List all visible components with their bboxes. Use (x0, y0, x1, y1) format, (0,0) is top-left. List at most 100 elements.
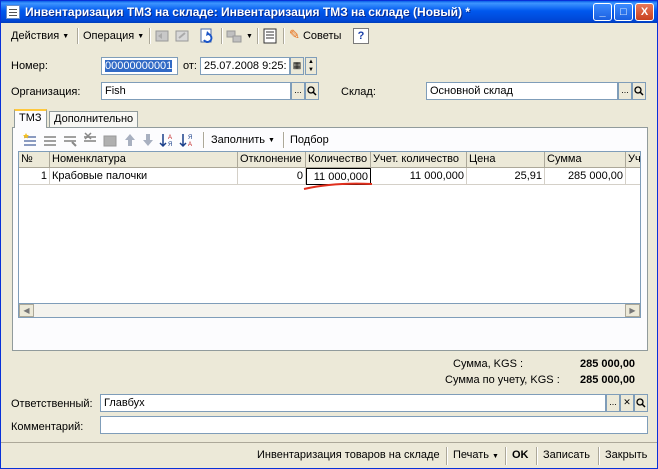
warehouse-open-icon[interactable] (632, 82, 646, 100)
cell-acc-quantity[interactable]: 11 000,000 (371, 168, 467, 185)
date-spin-button[interactable]: ▲ ▼ (305, 57, 317, 75)
cell-number[interactable]: 1 (19, 168, 50, 185)
acc-sum-value: 285 000,00 (580, 374, 636, 386)
minimize-button[interactable]: _ (593, 3, 612, 21)
horizontal-scrollbar[interactable]: ◀ ▶ (18, 303, 641, 318)
responsible-select-button[interactable]: ... (606, 394, 620, 412)
copy-row-icon[interactable] (41, 131, 59, 149)
bottom-separator (598, 447, 600, 465)
end-edit-icon[interactable] (101, 131, 119, 149)
move-up-icon[interactable] (121, 131, 139, 149)
toolbar-separator (221, 28, 223, 44)
column-header-item[interactable]: Номенклатура (50, 152, 238, 168)
print-label: Печать (453, 449, 490, 461)
organization-open-icon[interactable] (305, 82, 319, 100)
unpost-icon[interactable] (173, 27, 191, 45)
print-menu[interactable]: Печать ▼ (453, 449, 499, 461)
tips-label: Советы (302, 30, 342, 42)
comment-field[interactable] (100, 416, 648, 434)
svg-text:Я: Я (168, 142, 172, 148)
calendar-icon[interactable]: ▦ (290, 57, 304, 75)
journal-icon[interactable] (261, 27, 279, 45)
comment-label: Комментарий: (11, 421, 84, 433)
title-bar[interactable]: Инвентаризация ТМЗ на складе: Инвентариз… (1, 1, 657, 23)
svg-text:A: A (168, 135, 172, 141)
dropdown-arrow-icon: ▼ (492, 453, 499, 460)
responsible-clear-icon[interactable]: ✕ (620, 394, 634, 412)
tips-button[interactable]: ✎ Советы (289, 27, 341, 43)
sort-desc-icon[interactable]: ЯA (179, 131, 197, 149)
scroll-right-icon[interactable]: ▶ (625, 304, 640, 317)
actions-label: Действия (11, 30, 60, 42)
operation-menu[interactable]: Операция ▼ (83, 28, 144, 44)
tab-tmz[interactable]: ТМЗ (14, 109, 47, 128)
svg-text:A: A (188, 142, 192, 148)
bottom-separator (446, 447, 448, 465)
maximize-button[interactable]: □ (614, 3, 633, 21)
actions-menu[interactable]: Действия ▼ (11, 28, 69, 44)
close-form-button[interactable]: Закрыть (605, 449, 647, 461)
close-button[interactable]: X (635, 3, 654, 21)
structure-dropdown[interactable]: ▼ (243, 28, 253, 44)
date-label: от: (183, 60, 197, 72)
toolbar-separator (283, 28, 285, 44)
toolbar-separator (283, 132, 285, 148)
edit-row-icon[interactable] (61, 131, 79, 149)
bottom-separator (505, 447, 507, 465)
warehouse-select-button[interactable]: ... (618, 82, 632, 100)
column-header-quantity[interactable]: Количество (306, 152, 371, 168)
help-icon[interactable]: ? (352, 27, 370, 45)
inventory-report-button[interactable]: Инвентаризация товаров на складе (257, 449, 440, 461)
column-header-deviation[interactable]: Отклонение (238, 152, 306, 168)
ok-button[interactable]: OK (512, 449, 529, 461)
tab-additional[interactable]: Дополнительно (49, 111, 139, 128)
sort-asc-icon[interactable]: AЯ (159, 131, 177, 149)
fill-label: Заполнить (211, 134, 266, 146)
save-button[interactable]: Записать (543, 449, 590, 461)
sum-value: 285 000,00 (580, 358, 636, 370)
toolbar-separator (257, 28, 259, 44)
select-button[interactable]: Подбор (290, 132, 329, 148)
column-header-acc-quantity[interactable]: Учет. количество (371, 152, 467, 168)
cell-sum[interactable]: 285 000,00 (545, 168, 626, 185)
responsible-field[interactable]: Главбух (100, 394, 606, 412)
organization-field[interactable]: Fish (101, 82, 291, 100)
column-header-price[interactable]: Цена (467, 152, 545, 168)
structure-icon[interactable] (225, 27, 243, 45)
window-title: Инвентаризация ТМЗ на складе: Инвентариз… (25, 5, 471, 19)
document-window: Инвентаризация ТМЗ на складе: Инвентариз… (0, 0, 658, 469)
bottom-separator (536, 447, 538, 465)
add-row-icon[interactable] (21, 131, 39, 149)
main-toolbar: Действия ▼ Операция ▼ ▼ ✎ Советы ? (3, 25, 655, 47)
move-down-icon[interactable] (139, 131, 157, 149)
responsible-label: Ответственный: (11, 398, 93, 410)
dropdown-arrow-icon: ▼ (62, 33, 70, 40)
fill-menu[interactable]: Заполнить ▼ (211, 132, 275, 148)
scroll-left-icon[interactable]: ◀ (19, 304, 34, 317)
cell-price[interactable]: 25,91 (467, 168, 545, 185)
dropdown-arrow-icon: ▼ (268, 137, 275, 144)
annotation-underline (303, 182, 373, 190)
warehouse-field[interactable]: Основной склад (426, 82, 618, 100)
date-field[interactable]: 25.07.2008 9:25: (200, 57, 290, 75)
table-toolbar: AЯ ЯA Заполнить ▼ Подбор (21, 131, 641, 149)
responsible-open-icon[interactable] (634, 394, 648, 412)
column-header-number[interactable]: № (19, 152, 50, 168)
number-field[interactable]: 00000000001 (101, 57, 178, 75)
svg-text:Я: Я (188, 135, 192, 141)
dropdown-arrow-icon: ▼ (246, 33, 253, 40)
organization-select-button[interactable]: ... (291, 82, 305, 100)
post-icon[interactable] (153, 27, 171, 45)
items-table[interactable]: № Номенклатура Отклонение Количество Уче… (18, 151, 641, 318)
cell-item[interactable]: Крабовые палочки (50, 168, 238, 185)
column-header-sum[interactable]: Сумма (545, 152, 626, 168)
refresh-icon[interactable] (198, 27, 216, 45)
warehouse-label: Склад: (341, 86, 376, 98)
number-label: Номер: (11, 60, 48, 72)
cell-extra[interactable] (626, 168, 640, 185)
column-header-extra[interactable]: Уч (626, 152, 640, 168)
cell-deviation[interactable]: 0 (238, 168, 306, 185)
acc-sum-label: Сумма по учету, KGS : (445, 374, 560, 386)
delete-row-icon[interactable] (81, 131, 99, 149)
organization-label: Организация: (11, 86, 81, 98)
